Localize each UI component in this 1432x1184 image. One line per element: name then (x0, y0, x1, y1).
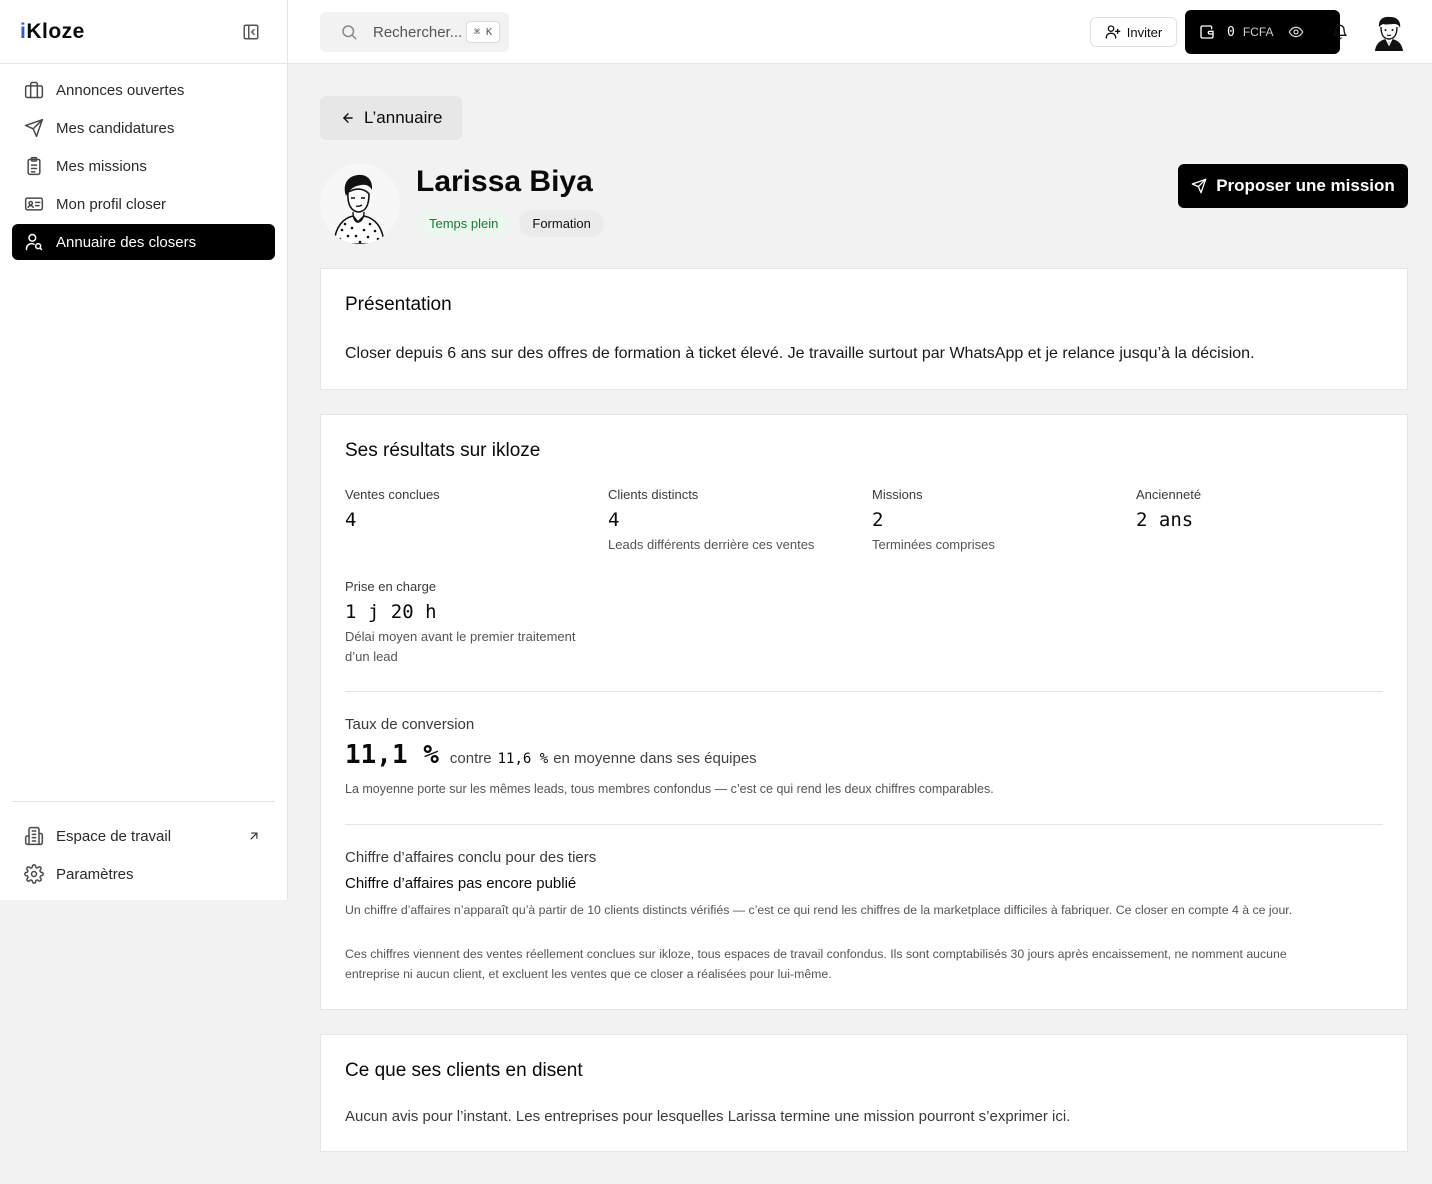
availability-badge: Temps plein (416, 210, 512, 237)
sidebar-item-annonces[interactable]: Annonces ouvertes (12, 72, 275, 108)
conversion-label: Taux de conversion (345, 716, 475, 733)
sidebar: iKloze Annonces ouvertes Mes candidature… (0, 0, 288, 900)
conversion-value: 11,1 % (345, 740, 439, 770)
search-placeholder: Rechercher... (373, 23, 463, 41)
footnote-line: Ces chiffres viennent des ventes réellem… (345, 947, 1287, 961)
wallet-icon (1199, 24, 1215, 40)
stat-label: Clients distincts (608, 487, 699, 502)
reviews-empty-text: Aucun avis pour l’instant. Les entrepris… (345, 1108, 1071, 1125)
brand-logo[interactable]: iKloze (20, 21, 85, 42)
conversion-contre: contre (449, 750, 492, 767)
search-input[interactable]: Rechercher... ⌘ K (320, 12, 509, 52)
stat-label: Prise en charge (345, 579, 437, 594)
sidebar-item-label: Paramètres (56, 865, 134, 883)
presentation-title: Présentation (345, 294, 452, 315)
stat-label: Ventes conclues (345, 487, 440, 502)
sidebar-item-label: Espace de travail (56, 827, 172, 845)
sidebar-item-workspace[interactable]: Espace de travail (12, 818, 275, 854)
results-footnote: Ces chiffres viennent des ventes réellem… (345, 944, 1385, 984)
revenue-label: Chiffre d’affaires conclu pour des tiers (345, 849, 597, 866)
profile-name: Larissa Biya (416, 165, 593, 198)
sidebar-item-settings[interactable]: Paramètres (12, 856, 275, 892)
sidebar-item-candidatures[interactable]: Mes candidatures (12, 110, 275, 146)
sidebar-item-label: Mon profil closer (56, 195, 167, 213)
sidebar-item-label: Mes candidatures (56, 119, 175, 137)
conversion-note: La moyenne porte sur les mêmes leads, to… (345, 782, 994, 796)
reviews-title: Ce que ses clients en disent (345, 1060, 583, 1081)
id-card-icon (24, 194, 44, 214)
gear-icon (24, 864, 44, 884)
reviews-card: Ce que ses clients en disent Aucun avis … (320, 1034, 1408, 1152)
stat-sub: Leads différents derrière ces ventes (608, 537, 815, 552)
sidebar-divider (0, 63, 288, 64)
propose-mission-button[interactable]: Proposer une mission (1178, 164, 1408, 208)
wallet-amount: 0 (1227, 24, 1235, 40)
stat-value: 2 ans (1136, 509, 1194, 531)
arrow-up-right-icon (247, 829, 261, 843)
footnote-line: entreprise ni aucun client, et excluent … (345, 967, 832, 981)
profile-avatar (320, 164, 400, 244)
sidebar-item-label: Annuaire des closers (56, 233, 197, 251)
search-icon (340, 23, 358, 41)
revenue-note: Un chiffre d’affaires n’apparaît qu’à pa… (345, 903, 1293, 917)
sidebar-divider (12, 801, 275, 802)
stat-value: 4 (345, 509, 357, 531)
sector-badge: Formation (519, 210, 604, 237)
stat-anciennete: Ancienneté 2 ans (1136, 487, 1386, 531)
briefcase-icon (24, 80, 44, 100)
conversion-average: 11,6 % (497, 751, 549, 767)
stat-missions: Missions 2 Terminées comprises (872, 487, 1122, 555)
invite-label: Inviter (1126, 24, 1163, 40)
bell-icon[interactable] (1332, 24, 1348, 40)
divider (345, 691, 1383, 692)
stat-clients: Clients distincts 4 Leads différents der… (608, 487, 858, 555)
invite-button[interactable]: Inviter (1090, 17, 1177, 47)
stat-sub: d’un lead (345, 649, 398, 664)
stat-sub: Terminées comprises (872, 537, 995, 552)
stat-value: 2 (872, 509, 884, 531)
stat-sub: Délai moyen avant le premier traitement (345, 629, 576, 644)
profile-tags: Temps plein Formation (416, 210, 612, 237)
back-to-directory-button[interactable]: L’annuaire (320, 96, 462, 140)
search-shortcut-badge: ⌘ K (466, 21, 500, 43)
user-search-icon (24, 232, 44, 252)
send-icon (1191, 178, 1207, 194)
topbar: Rechercher... ⌘ K Inviter 0 FCFA (288, 0, 1432, 64)
results-title: Ses résultats sur ikloze (345, 440, 541, 461)
propose-mission-label: Proposer une mission (1216, 176, 1395, 195)
stat-prise-en-charge: Prise en charge 1 j 20 h Délai moyen ava… (345, 579, 605, 667)
sidebar-item-annuaire[interactable]: Annuaire des closers (12, 224, 275, 260)
sidebar-item-label: Annonces ouvertes (56, 81, 185, 99)
sidebar-item-profil[interactable]: Mon profil closer (12, 186, 275, 222)
sidebar-item-missions[interactable]: Mes missions (12, 148, 275, 184)
user-plus-icon (1105, 24, 1121, 40)
stat-label: Missions (872, 487, 923, 502)
sidebar-item-label: Mes missions (56, 157, 147, 175)
sidebar-nav: Annonces ouvertes Mes candidatures Mes m… (12, 72, 275, 262)
stat-value: 1 j 20 h (345, 601, 437, 623)
revenue-status: Chiffre d’affaires pas encore publié (345, 875, 577, 892)
building-icon (24, 826, 44, 846)
back-label: L’annuaire (364, 108, 443, 127)
results-card: Ses résultats sur ikloze Ventes conclues… (320, 414, 1408, 1010)
wallet-balance-button[interactable]: 0 FCFA (1185, 10, 1340, 54)
user-avatar[interactable] (1372, 15, 1406, 51)
sidebar-bottom-nav: Espace de travail Paramètres (12, 818, 275, 894)
sidebar-collapse-icon[interactable] (242, 23, 260, 41)
eye-icon[interactable] (1288, 24, 1304, 40)
presentation-card: Présentation Closer depuis 6 ans sur des… (320, 268, 1408, 390)
stat-ventes: Ventes conclues 4 (345, 487, 595, 531)
conversion-average-suffix: en moyenne dans ses équipes (553, 750, 757, 767)
stat-label: Ancienneté (1136, 487, 1202, 502)
conversion-row: 11,1 % contre 11,6 % en moyenne dans ses… (345, 740, 757, 770)
divider (345, 824, 1383, 825)
wallet-currency: FCFA (1242, 25, 1274, 39)
stat-value: 4 (608, 509, 620, 531)
arrow-left-icon (341, 111, 355, 125)
send-icon (24, 118, 44, 138)
presentation-text: Closer depuis 6 ans sur des offres de fo… (345, 345, 1255, 362)
clipboard-list-icon (24, 156, 44, 176)
